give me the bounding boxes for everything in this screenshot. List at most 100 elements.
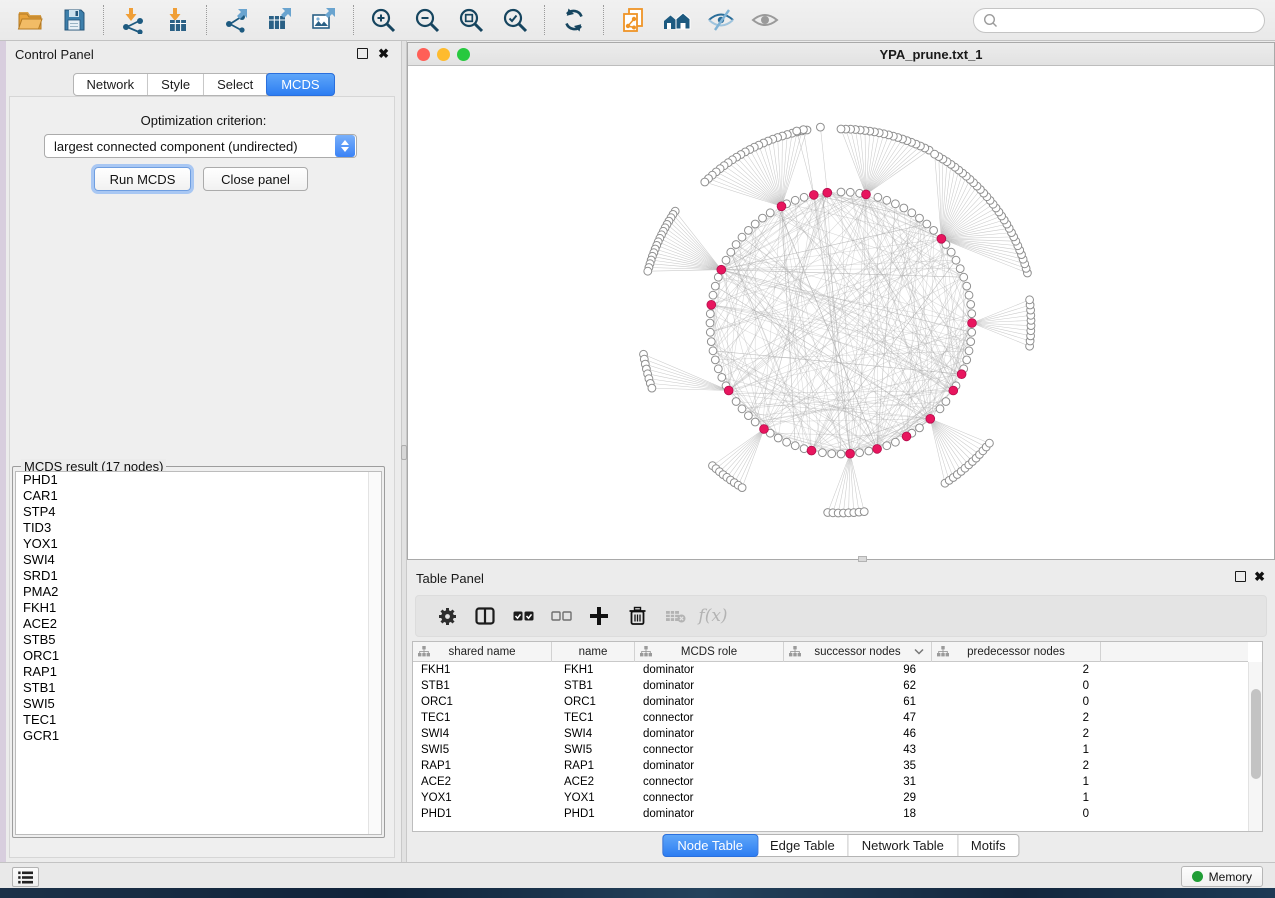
table-body[interactable]: FKH1FKH1dominator962STB1STB1dominator620… — [413, 662, 1248, 831]
table-cell[interactable]: dominator — [635, 806, 784, 822]
ring-node[interactable] — [800, 193, 808, 201]
dominator-hub-node[interactable] — [823, 188, 832, 197]
fan-node[interactable] — [793, 127, 801, 135]
ring-node[interactable] — [828, 450, 836, 458]
refresh-layout-icon[interactable] — [559, 5, 589, 35]
close-panel-button[interactable]: Close panel — [203, 167, 308, 191]
select-all-icon[interactable] — [510, 603, 536, 629]
tab-network-table[interactable]: Network Table — [849, 835, 958, 856]
save-session-icon[interactable] — [59, 5, 89, 35]
ring-node[interactable] — [709, 347, 717, 355]
result-list-scrollbar[interactable] — [368, 472, 381, 834]
table-row[interactable]: ACE2ACE2connector311 — [413, 774, 1248, 790]
ring-node[interactable] — [965, 291, 973, 299]
run-mcds-button[interactable]: Run MCDS — [94, 167, 191, 191]
dominator-hub-node[interactable] — [957, 370, 966, 379]
table-cell[interactable]: 96 — [784, 662, 932, 678]
tab-mcds[interactable]: MCDS — [266, 73, 334, 96]
export-network-icon[interactable] — [221, 5, 251, 35]
result-list-item[interactable]: PMA2 — [16, 584, 381, 600]
table-cell[interactable]: YOX1 — [552, 790, 635, 806]
ring-node[interactable] — [706, 319, 714, 327]
table-scrollbar[interactable] — [1248, 662, 1262, 831]
table-cell[interactable]: dominator — [635, 726, 784, 742]
result-list-item[interactable]: SWI4 — [16, 552, 381, 568]
table-cell[interactable]: dominator — [635, 678, 784, 694]
ring-node[interactable] — [942, 398, 950, 406]
ring-node[interactable] — [819, 449, 827, 457]
table-cell[interactable]: 31 — [784, 774, 932, 790]
table-cell[interactable]: SWI4 — [413, 726, 552, 742]
table-cell[interactable]: dominator — [635, 662, 784, 678]
memory-button[interactable]: Memory — [1181, 866, 1263, 887]
table-cell[interactable]: 1 — [932, 774, 1101, 790]
dominator-hub-node[interactable] — [873, 445, 882, 454]
fan-node[interactable] — [986, 439, 994, 447]
open-session-icon[interactable] — [15, 5, 45, 35]
ring-node[interactable] — [963, 282, 971, 290]
table-row[interactable]: RAP1RAP1dominator352 — [413, 758, 1248, 774]
result-list-item[interactable]: RAP1 — [16, 664, 381, 680]
first-neighbors-icon[interactable] — [662, 5, 692, 35]
tab-network[interactable]: Network — [73, 74, 148, 95]
ring-node[interactable] — [738, 405, 746, 413]
fan-node[interactable] — [860, 508, 868, 516]
ring-node[interactable] — [968, 328, 976, 336]
dominator-hub-node[interactable] — [707, 300, 716, 309]
result-list-item[interactable]: STB5 — [16, 632, 381, 648]
table-cell[interactable]: ACE2 — [552, 774, 635, 790]
export-image-icon[interactable] — [309, 5, 339, 35]
fan-node[interactable] — [644, 267, 652, 275]
dominator-hub-node[interactable] — [777, 202, 786, 211]
export-table-icon[interactable] — [265, 5, 295, 35]
dominator-hub-node[interactable] — [760, 425, 769, 434]
table-cell[interactable]: 35 — [784, 758, 932, 774]
ring-node[interactable] — [732, 398, 740, 406]
ring-node[interactable] — [709, 291, 717, 299]
dominator-hub-node[interactable] — [949, 386, 958, 395]
splitter-handle[interactable] — [858, 556, 867, 562]
table-cell[interactable]: 0 — [932, 694, 1101, 710]
table-cell[interactable]: 1 — [932, 790, 1101, 806]
ring-node[interactable] — [883, 442, 891, 450]
dominator-hub-node[interactable] — [926, 414, 935, 423]
column-header-mcds-role[interactable]: MCDS role — [635, 642, 784, 662]
ring-node[interactable] — [968, 310, 976, 318]
column-header-shared-name[interactable]: shared name — [413, 642, 552, 662]
table-cell[interactable]: dominator — [635, 758, 784, 774]
table-row[interactable]: STB1STB1dominator620 — [413, 678, 1248, 694]
table-cell[interactable]: ORC1 — [552, 694, 635, 710]
ring-node[interactable] — [874, 193, 882, 201]
window-maximize-icon[interactable] — [457, 48, 470, 61]
table-cell[interactable]: PHD1 — [413, 806, 552, 822]
ring-node[interactable] — [783, 438, 791, 446]
ring-node[interactable] — [718, 374, 726, 382]
table-cell[interactable]: 61 — [784, 694, 932, 710]
delete-column-icon[interactable] — [662, 603, 688, 629]
zoom-selected-icon[interactable] — [500, 5, 530, 35]
table-cell[interactable]: RAP1 — [413, 758, 552, 774]
ring-node[interactable] — [738, 233, 746, 241]
window-close-icon[interactable] — [417, 48, 430, 61]
settings-gear-icon[interactable] — [434, 603, 460, 629]
scrollbar-thumb[interactable] — [1251, 689, 1261, 779]
table-cell[interactable]: 18 — [784, 806, 932, 822]
ring-node[interactable] — [956, 265, 964, 273]
result-list-item[interactable]: TID3 — [16, 520, 381, 536]
fan-node[interactable] — [931, 150, 939, 158]
ring-node[interactable] — [892, 200, 900, 208]
result-list-item[interactable]: TEC1 — [16, 712, 381, 728]
table-cell[interactable]: RAP1 — [552, 758, 635, 774]
table-cell[interactable]: 43 — [784, 742, 932, 758]
ring-node[interactable] — [967, 301, 975, 309]
result-list-item[interactable]: CAR1 — [16, 488, 381, 504]
ring-node[interactable] — [791, 442, 799, 450]
ring-node[interactable] — [751, 220, 759, 228]
table-cell[interactable]: 47 — [784, 710, 932, 726]
fan-node[interactable] — [648, 384, 656, 392]
tab-node-table[interactable]: Node Table — [662, 834, 758, 857]
fan-node[interactable] — [738, 484, 746, 492]
ring-node[interactable] — [916, 424, 924, 432]
result-list-item[interactable]: STB1 — [16, 680, 381, 696]
ring-node[interactable] — [916, 214, 924, 222]
